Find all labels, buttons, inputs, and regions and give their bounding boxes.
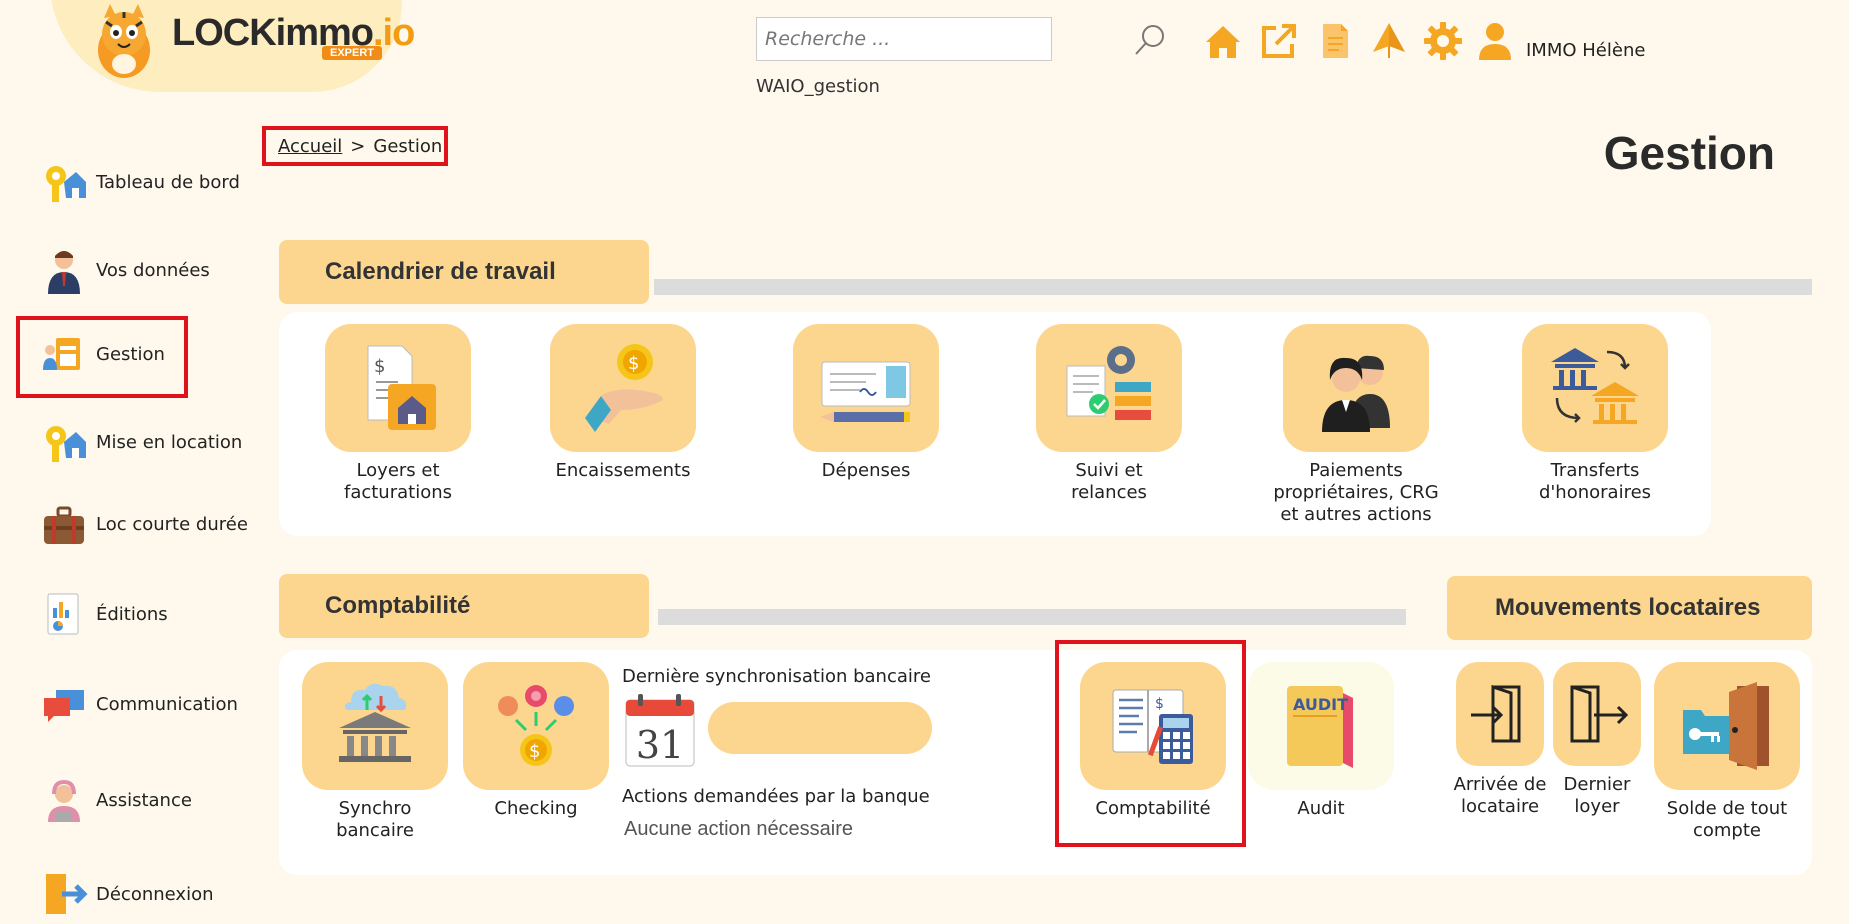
logout-icon (46, 874, 88, 914)
folder-key-door-icon (1683, 682, 1769, 770)
chat-bubbles-icon (44, 690, 84, 722)
tile-loyers-facturations[interactable]: $ Loyers et facturations (325, 324, 471, 504)
owners-icon (1322, 355, 1390, 432)
sidebar-item-label: Loc courte durée (96, 513, 248, 535)
tile-label: Paiements propriétaires, CRG et autres a… (1273, 460, 1439, 525)
tile-checking[interactable]: $ Checking (463, 662, 609, 820)
tile-encaissements[interactable]: $ Encaissements (550, 324, 696, 482)
external-link-icon[interactable] (1258, 20, 1300, 62)
sidebar-item-gestion[interactable]: Gestion (40, 324, 165, 384)
section-divider (658, 609, 1406, 625)
page-title: Gestion (1603, 127, 1775, 179)
tile-label: Dépenses (821, 460, 911, 481)
bank-actions-title: Actions demandées par la banque (622, 786, 930, 807)
bank-transfer-icon (1551, 348, 1639, 424)
sidebar-item-label: Déconnexion (96, 883, 214, 905)
tile-label: Suivi et relances (1071, 460, 1147, 503)
section-divider (654, 279, 1812, 295)
sidebar-item-tableau-de-bord[interactable]: Tableau de bord (40, 152, 240, 212)
sync-title: Dernière synchronisation bancaire (622, 666, 931, 687)
rental-key-house-icon (46, 426, 86, 462)
tile-label: Solde de tout compte (1666, 798, 1788, 841)
sidebar-item-vos-donnees[interactable]: Vos données (40, 240, 210, 300)
tile-transferts-honoraires[interactable]: Transferts d'honoraires (1522, 324, 1668, 504)
sidebar-item-loc-courte-duree[interactable]: Loc courte durée (40, 494, 248, 554)
tile-audit[interactable]: AUDIT Audit (1248, 662, 1394, 820)
tile-paiements-proprietaires[interactable]: Paiements propriétaires, CRG et autres a… (1266, 324, 1446, 526)
section-header-comptabilite: Comptabilité (279, 574, 649, 638)
door-enter-icon (1471, 684, 1521, 743)
svg-text:31: 31 (636, 723, 684, 767)
coins-check-icon: $ (498, 685, 574, 766)
tile-arrivee-locataire[interactable]: Arrivée de locataire (1452, 662, 1548, 818)
sidebar-item-label: Assistance (96, 789, 192, 811)
svg-text:$: $ (529, 741, 540, 762)
bank-actions-value: Aucune action nécessaire (624, 818, 854, 840)
svg-text:$: $ (374, 356, 385, 377)
tile-suivi-relances[interactable]: Suivi et relances (1036, 324, 1182, 504)
tile-label: Checking (494, 798, 578, 819)
sidebar-item-label: Gestion (96, 343, 165, 365)
calendrier-panel (279, 312, 1711, 536)
tiger-mascot-icon (98, 4, 150, 78)
document-icon[interactable] (1314, 20, 1356, 62)
cheque-icon (820, 361, 911, 422)
audit-folder-icon: AUDIT (1287, 686, 1353, 768)
management-icon (43, 338, 80, 370)
tile-label: Loyers et facturations (343, 460, 453, 503)
sidebar-item-label: Vos données (96, 259, 210, 281)
tile-label: Dernier loyer (1563, 774, 1631, 817)
svg-text:$: $ (628, 353, 639, 374)
breadcrumb-home-link[interactable]: Accueil (278, 136, 342, 157)
user-name[interactable]: IMMO Hélène (1526, 40, 1645, 61)
tile-label: Arrivée de locataire (1453, 774, 1547, 817)
suitcase-icon (44, 506, 84, 544)
person-icon (48, 251, 80, 294)
sailboat-icon[interactable] (1368, 20, 1410, 62)
tile-dernier-loyer[interactable]: Dernier loyer (1549, 662, 1645, 818)
breadcrumb-current: Gestion (373, 135, 443, 157)
follow-up-icon (1066, 346, 1151, 420)
tile-depenses[interactable]: Dépenses (793, 324, 939, 482)
sidebar-item-mise-en-location[interactable]: Mise en location (40, 412, 242, 472)
support-agent-icon (48, 779, 80, 822)
rent-invoice-icon: $ (367, 345, 436, 430)
sync-status-bar (708, 702, 932, 754)
logo-badge: EXPERT (322, 46, 383, 60)
coin-hand-icon: $ (585, 344, 663, 432)
home-icon[interactable] (1202, 20, 1244, 62)
bank-sync-icon (339, 683, 411, 762)
breadcrumb-separator: > (350, 135, 366, 157)
sidebar-item-label: Mise en location (96, 431, 243, 453)
dashboard-key-house-icon (46, 166, 86, 202)
workspace-name: WAIO_gestion (756, 76, 880, 97)
search-icon[interactable] (1132, 22, 1168, 58)
sidebar-item-label: Communication (96, 693, 238, 715)
tile-label: Transferts d'honoraires (1538, 460, 1652, 503)
sidebar-item-label: Tableau de bord (96, 171, 240, 193)
report-icon (47, 593, 79, 635)
sidebar-item-label: Éditions (96, 603, 168, 625)
tile-solde-de-tout-compte[interactable]: Solde de tout compte (1652, 662, 1802, 842)
calendar-icon: 31 (625, 694, 695, 767)
tile-synchro-bancaire[interactable]: Synchro bancaire (302, 662, 448, 842)
search-input[interactable] (756, 17, 1052, 61)
door-exit-icon (1570, 685, 1629, 743)
sidebar-item-assistance[interactable]: Assistance (40, 770, 192, 830)
tile-label: Synchro bancaire (336, 798, 414, 841)
section-header-calendrier: Calendrier de travail (279, 240, 649, 304)
tile-label: Audit (1297, 798, 1345, 819)
breadcrumb: Accueil > Gestion (262, 126, 448, 166)
sidebar-item-communication[interactable]: Communication (40, 674, 238, 734)
svg-text:AUDIT: AUDIT (1293, 695, 1348, 714)
sidebar-item-deconnexion[interactable]: Déconnexion (40, 864, 214, 924)
section-header-mouvements: Mouvements locataires (1447, 576, 1812, 640)
tile-label: Encaissements (555, 460, 691, 481)
user-icon[interactable] (1474, 20, 1516, 62)
comptabilite-highlight (1055, 640, 1246, 847)
gear-icon[interactable] (1422, 20, 1464, 62)
sidebar-item-editions[interactable]: Éditions (40, 584, 168, 644)
